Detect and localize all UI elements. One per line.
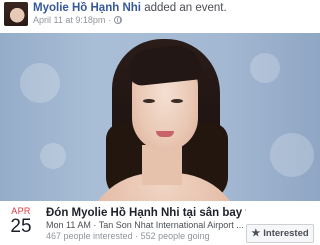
post-headline: Myolie Hồ Hạnh Nhi added an event.: [33, 1, 227, 15]
event-info: Đón Myolie Hồ Hạnh Nhi tại sân bay v... …: [46, 206, 246, 242]
interested-button[interactable]: ★ Interested: [246, 224, 314, 243]
event-title-link[interactable]: Đón Myolie Hồ Hạnh Nhi tại sân bay v...: [46, 206, 246, 220]
event-date-box: APR 25: [6, 206, 36, 238]
post-action-text: added an event.: [144, 2, 227, 14]
post-meta-dot: ·: [108, 15, 112, 25]
star-icon: ★: [251, 227, 261, 239]
post-timestamp[interactable]: April 11 at 9:18pm: [33, 15, 105, 25]
event-day: 25: [10, 216, 32, 237]
globe-icon[interactable]: [114, 16, 123, 24]
portrait-neck: [142, 145, 182, 185]
portrait-eye-left: [143, 99, 155, 103]
post-meta: April 11 at 9:18pm ·: [33, 15, 123, 25]
interested-label: Interested: [263, 228, 309, 239]
event-details: APR 25 Đón Myolie Hồ Hạnh Nhi tại sân ba…: [0, 206, 320, 245]
post-header: Myolie Hồ Hạnh Nhi added an event. April…: [0, 0, 320, 31]
event-time-location: Mon 11 AM · Tan Son Nhat International A…: [46, 220, 244, 230]
event-cover-photo[interactable]: [0, 33, 320, 201]
event-attendance-stats: 467 people interested · 552 people going: [46, 231, 210, 241]
author-avatar[interactable]: [4, 2, 28, 26]
author-name-link[interactable]: Myolie Hồ Hạnh Nhi: [33, 2, 141, 14]
event-month: APR: [11, 206, 31, 216]
portrait-eye-right: [171, 99, 183, 103]
